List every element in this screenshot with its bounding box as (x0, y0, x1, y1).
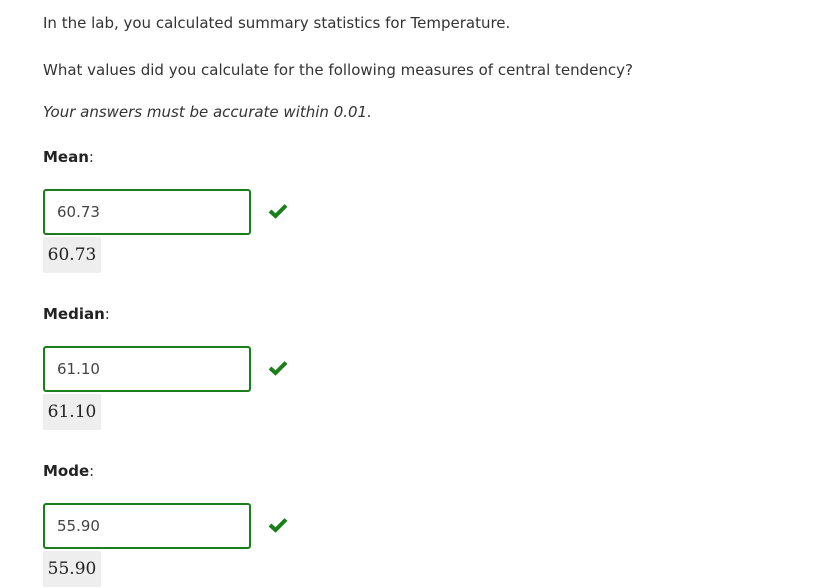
mean-input[interactable]: 60.73 (43, 189, 251, 235)
median-input[interactable]: 61.10 (43, 346, 251, 392)
mean-preview: 60.73 (43, 237, 101, 273)
intro-text: In the lab, you calculated summary stati… (43, 14, 511, 32)
mean-label: Mean: (43, 148, 94, 166)
checkmark-icon (268, 361, 288, 376)
accuracy-note: Your answers must be accurate within 0.0… (43, 103, 372, 121)
median-label: Median: (43, 305, 110, 323)
question-text: What values did you calculate for the fo… (43, 61, 633, 79)
checkmark-icon (268, 518, 288, 533)
checkmark-icon (268, 204, 288, 219)
mode-input[interactable]: 55.90 (43, 503, 251, 549)
mode-preview: 55.90 (43, 551, 101, 587)
mode-label: Mode: (43, 462, 95, 480)
median-preview: 61.10 (43, 394, 101, 430)
